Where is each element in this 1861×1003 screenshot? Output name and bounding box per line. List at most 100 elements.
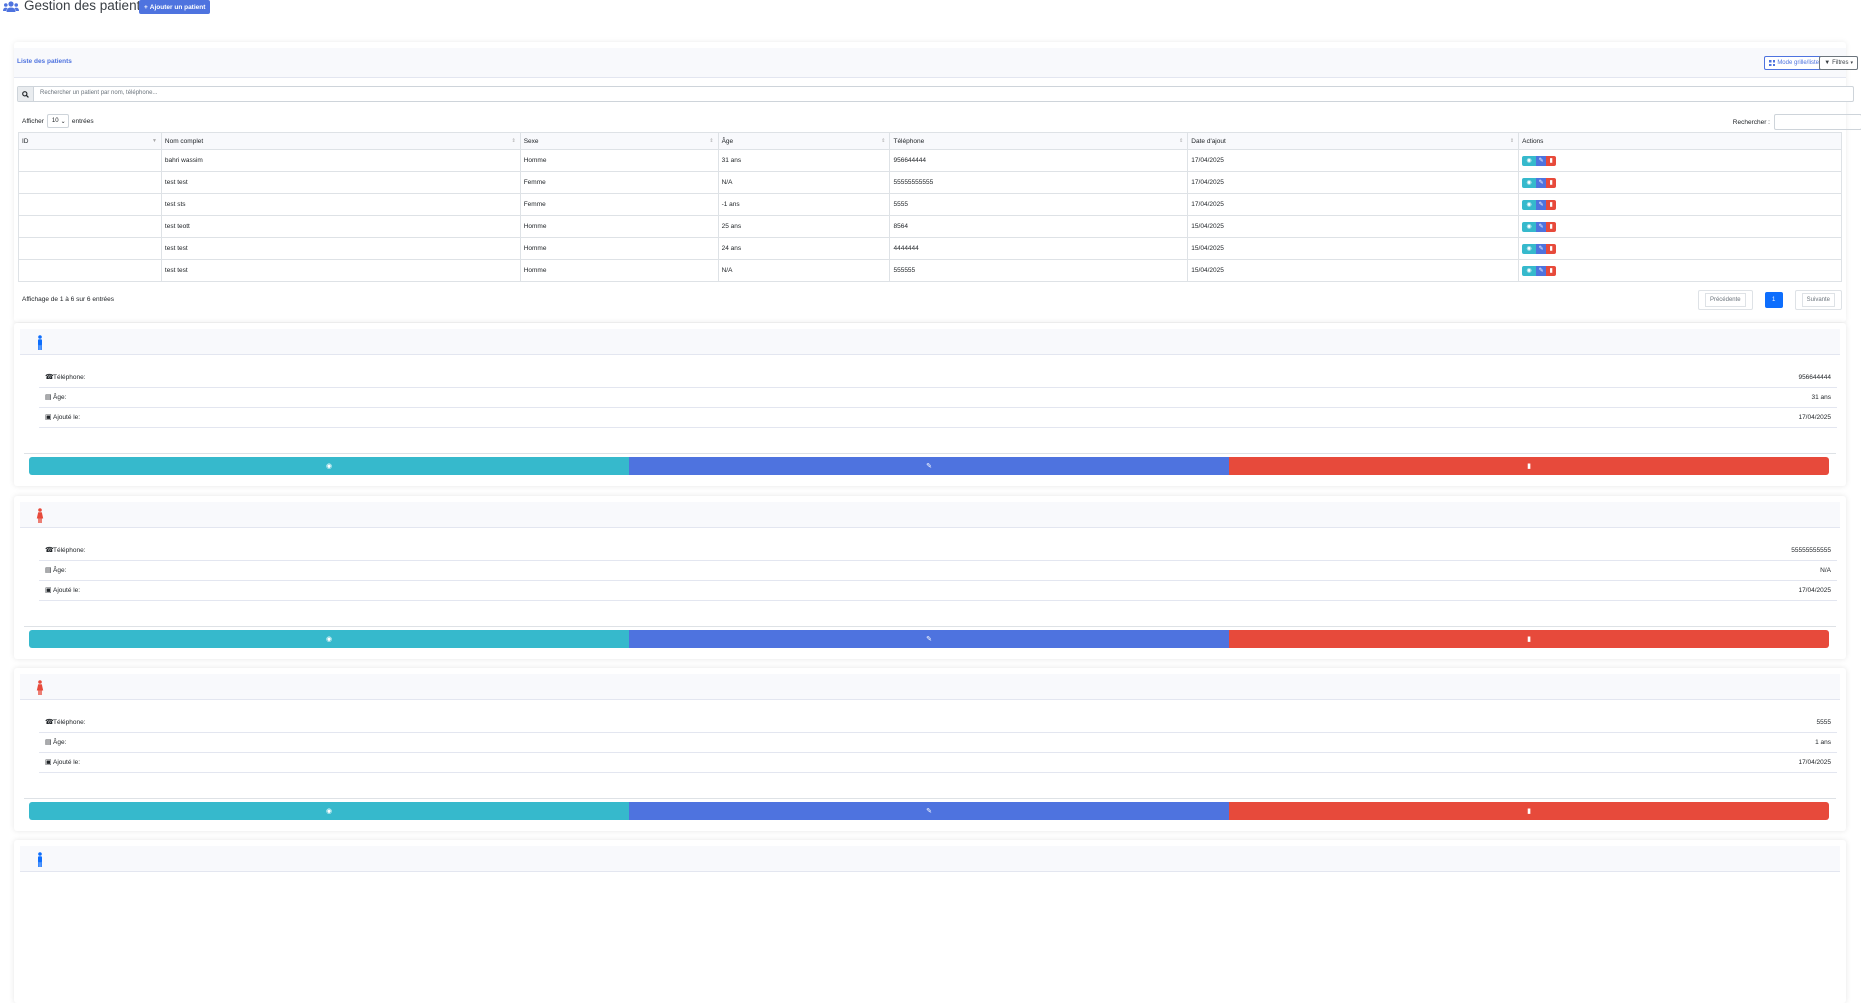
edit-icon[interactable]: ✎	[1536, 177, 1547, 188]
trash-icon: ▮	[1527, 636, 1531, 643]
trash-icon[interactable]: ▮	[1546, 265, 1557, 276]
card-label-age: Âge:	[53, 394, 67, 401]
previous-page-button[interactable]: Précédente	[1697, 290, 1753, 310]
cell-phone: 956644444	[889, 149, 1189, 172]
cell-actions: ◉ ✎ ▮	[1518, 259, 1842, 282]
chevron-down-icon: ⌄	[60, 118, 66, 125]
edit-icon: ✎	[926, 808, 932, 815]
table-row[interactable]: test test Homme N/A 555555 15/04/2025 ◉ ✎ ▮	[18, 259, 1842, 282]
edit-icon[interactable]: ✎	[1536, 265, 1547, 276]
card-label-age: Âge:	[53, 739, 67, 746]
patients-table: ID ▼ Nom complet ⇕ Sexe ⇕ Âge ⇕ Téléphone ⇕ D…	[18, 132, 1842, 282]
cell-phone: 4444444	[889, 237, 1189, 260]
column-header-date[interactable]: Date d'ajout ⇕	[1187, 132, 1520, 150]
edit-button[interactable]: ✎	[629, 630, 1229, 648]
entries-label: entrées	[71, 117, 94, 125]
column-header-age[interactable]: Âge ⇕	[717, 132, 891, 150]
table-row[interactable]: test teott Homme 25 ans 8564 15/04/2025 ◉ ✎ ▮	[18, 215, 1842, 238]
search-icon	[18, 87, 34, 101]
cell-actions: ◉ ✎ ▮	[1518, 215, 1842, 238]
birthday-icon: ▤	[45, 739, 52, 746]
card-actions: ◉ ✎ ▮	[29, 802, 1829, 820]
delete-button[interactable]: ▮	[1229, 457, 1829, 475]
cell-id	[18, 215, 162, 238]
calendar-icon: ▣	[45, 587, 52, 594]
chevron-down-icon: ▾	[1850, 60, 1853, 66]
card-divider	[24, 453, 1836, 454]
sort-icon: ⇕	[1509, 138, 1515, 144]
edit-icon[interactable]: ✎	[1536, 199, 1547, 210]
trash-icon[interactable]: ▮	[1546, 155, 1557, 166]
card-label-phone: Téléphone:	[53, 719, 86, 726]
trash-icon[interactable]: ▮	[1546, 243, 1557, 254]
trash-icon[interactable]: ▮	[1546, 221, 1557, 232]
trash-icon[interactable]: ▮	[1546, 177, 1557, 188]
table-search: Rechercher :	[1733, 114, 1861, 130]
view-button[interactable]: ◉	[29, 630, 629, 648]
delete-button[interactable]: ▮	[1229, 630, 1829, 648]
card-value-added: 17/04/2025	[1798, 587, 1831, 594]
column-header-id[interactable]: ID ▼	[18, 132, 162, 150]
cell-sex: Homme	[519, 259, 719, 282]
pagination: Précédente 1 Suivante	[1697, 290, 1842, 310]
eye-icon[interactable]: ◉	[1522, 155, 1537, 166]
table-row[interactable]: test test Femme N/A 55555555555 17/04/2025 ◉ ✎…	[18, 171, 1842, 194]
sort-icon: ⇕	[511, 138, 516, 144]
eye-icon[interactable]: ◉	[1522, 265, 1537, 276]
card-value-age: N/A	[1820, 567, 1831, 574]
cell-id	[18, 171, 162, 194]
column-label: ID	[22, 137, 29, 145]
patient-search-box[interactable]: Rechercher un patient par nom, téléphone…	[17, 86, 1854, 102]
search-input[interactable]: Rechercher un patient par nom, téléphone…	[40, 90, 157, 96]
cell-phone: 555555	[889, 259, 1189, 282]
filters-button[interactable]: ▼ Filtres ▾	[1819, 56, 1858, 70]
view-button[interactable]: ◉	[29, 802, 629, 820]
cell-actions: ◉ ✎ ▮	[1518, 149, 1842, 172]
column-label: Téléphone	[893, 137, 925, 145]
eye-icon[interactable]: ◉	[1522, 199, 1537, 210]
view-button[interactable]: ◉	[29, 457, 629, 475]
table-row[interactable]: test sts Femme -1 ans 5555 17/04/2025 ◉ ✎ ▮	[18, 193, 1842, 216]
table-search-input[interactable]	[1774, 114, 1861, 130]
edit-icon[interactable]: ✎	[1536, 155, 1547, 166]
delete-button[interactable]: ▮	[1229, 802, 1829, 820]
next-label: Suivante	[1801, 293, 1835, 307]
grid-mode-button[interactable]: Mode grille/liste	[1764, 56, 1824, 70]
patient-list-card: Liste des patients Mode grille/liste ▼ F…	[14, 42, 1861, 322]
show-label: Afficher	[22, 117, 44, 125]
eye-icon[interactable]: ◉	[1522, 177, 1537, 188]
add-patient-button[interactable]: + Ajouter un patient	[139, 0, 211, 14]
cell-id	[18, 193, 162, 216]
patient-card: ☎ Téléphone: 5555 ▤ Âge: 1 ans ▣ Ajouté le: 17/0…	[14, 668, 1846, 831]
entries-select[interactable]: 10 ⌄	[46, 114, 69, 128]
table-row[interactable]: test test Homme 24 ans 4444444 15/04/2025 ◉ ✎ ▮	[18, 237, 1842, 260]
card-value-added: 17/04/2025	[1798, 759, 1831, 766]
column-header-name[interactable]: Nom complet ⇕	[160, 132, 521, 150]
page-1-button[interactable]: 1	[1764, 292, 1783, 308]
eye-icon[interactable]: ◉	[1522, 221, 1537, 232]
cell-phone: 5555	[889, 193, 1189, 216]
patient-card	[14, 840, 1846, 1003]
edit-button[interactable]: ✎	[629, 457, 1229, 475]
card-divider	[24, 626, 1836, 627]
trash-icon: ▮	[1527, 808, 1531, 815]
next-page-button[interactable]: Suivante	[1794, 290, 1842, 310]
card-row-age: ▤ Âge: 31 ans	[39, 388, 1837, 408]
sort-icon: ⇕	[709, 138, 714, 144]
card-row-phone: ☎ Téléphone: 5555	[39, 713, 1837, 733]
list-card-header: Liste des patients Mode grille/liste ▼ F…	[14, 48, 1858, 78]
cell-name: test sts	[160, 193, 521, 216]
edit-icon[interactable]: ✎	[1536, 221, 1547, 232]
column-header-phone[interactable]: Téléphone ⇕	[889, 132, 1189, 150]
edit-button[interactable]: ✎	[629, 802, 1229, 820]
column-header-sex[interactable]: Sexe ⇕	[519, 132, 719, 150]
cell-actions: ◉ ✎ ▮	[1518, 237, 1842, 260]
filter-icon: ▼	[1824, 60, 1831, 66]
cell-age: 24 ans	[717, 237, 891, 260]
edit-icon[interactable]: ✎	[1536, 243, 1547, 254]
cell-id	[18, 259, 162, 282]
trash-icon[interactable]: ▮	[1546, 199, 1557, 210]
card-value-phone: 55555555555	[1791, 547, 1831, 554]
eye-icon[interactable]: ◉	[1522, 243, 1537, 254]
table-row[interactable]: bahri wassim Homme 31 ans 956644444 17/04/20…	[18, 149, 1842, 172]
